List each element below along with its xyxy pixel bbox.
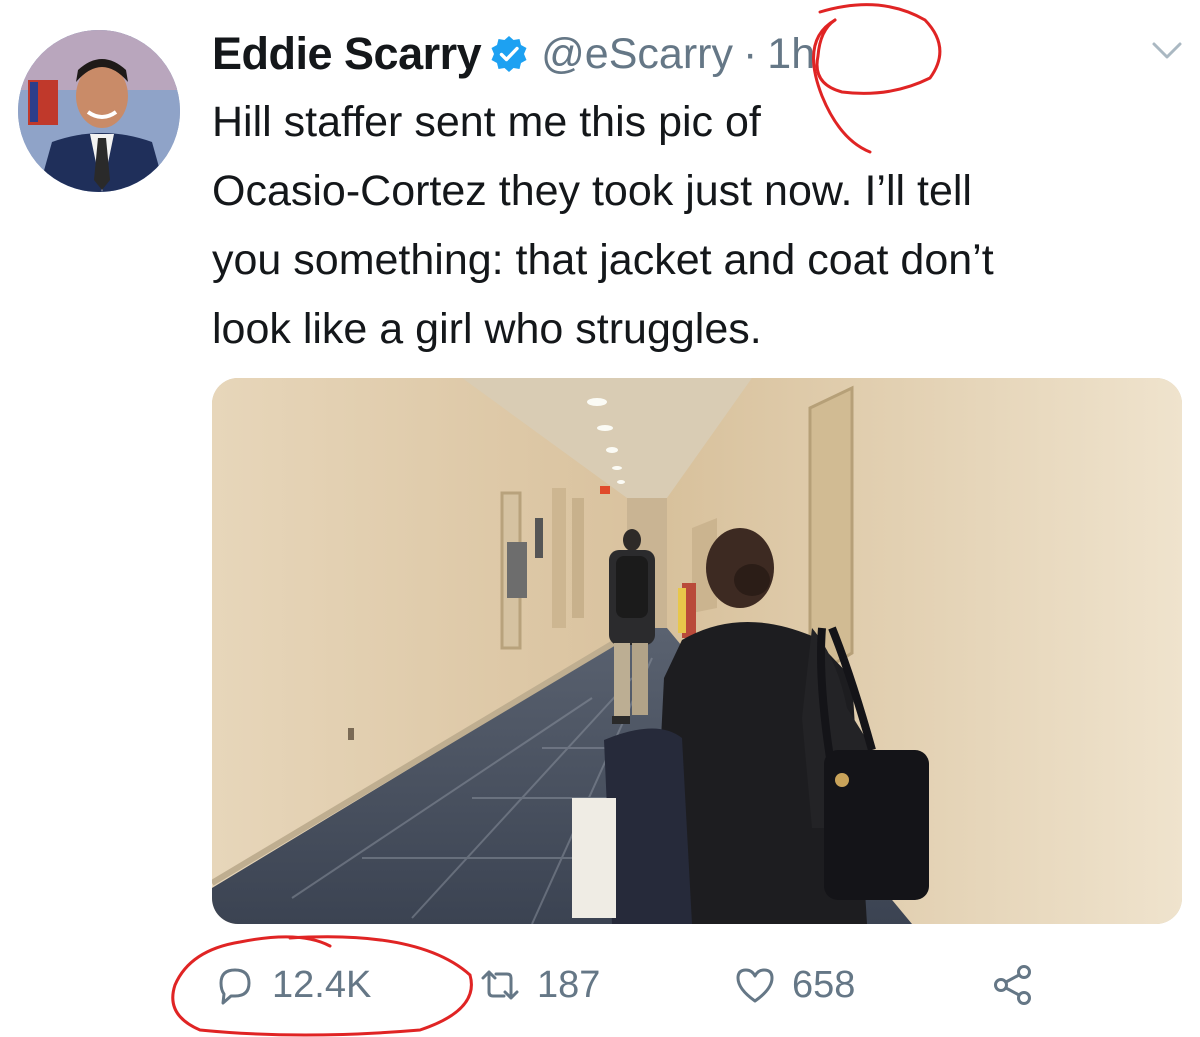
share-button[interactable] bbox=[990, 955, 1036, 1015]
reply-button[interactable]: 12.4K bbox=[212, 955, 371, 1015]
avatar-photo bbox=[18, 30, 180, 192]
heart-icon bbox=[732, 962, 778, 1008]
verified-badge-icon bbox=[489, 34, 529, 74]
reply-icon bbox=[212, 962, 258, 1008]
chevron-down-icon[interactable] bbox=[1150, 38, 1184, 62]
tweet-action-bar: 12.4K 187 658 bbox=[212, 955, 1192, 1015]
tweet-text-line: Ocasio-Cortez they took just now. I’ll t… bbox=[212, 167, 972, 215]
tweet-text-line: you something: that jacket and coat don’… bbox=[212, 236, 994, 284]
like-count: 658 bbox=[792, 963, 856, 1006]
tweet-header: Eddie Scarry @eScarry · 1h bbox=[212, 26, 815, 82]
tweet-media-photo[interactable] bbox=[212, 378, 1182, 924]
retweet-count: 187 bbox=[537, 963, 601, 1006]
tweet-timestamp[interactable]: 1h bbox=[767, 30, 815, 79]
share-icon bbox=[990, 962, 1036, 1008]
retweet-icon bbox=[477, 962, 523, 1008]
tweet-text-line: look like a girl who struggles. bbox=[212, 305, 762, 353]
retweet-button[interactable]: 187 bbox=[477, 955, 600, 1015]
like-button[interactable]: 658 bbox=[732, 955, 855, 1015]
author-avatar[interactable] bbox=[18, 30, 180, 192]
author-handle[interactable]: @eScarry bbox=[541, 30, 733, 79]
reply-count: 12.4K bbox=[272, 963, 372, 1006]
header-separator: · bbox=[742, 29, 758, 78]
tweet-text: Hill staffer sent me this pic of Ocasio-… bbox=[212, 88, 1187, 364]
hallway-photo bbox=[212, 378, 1182, 924]
tweet-text-line: Hill staffer sent me this pic of bbox=[212, 98, 761, 146]
author-display-name[interactable]: Eddie Scarry bbox=[212, 28, 482, 80]
